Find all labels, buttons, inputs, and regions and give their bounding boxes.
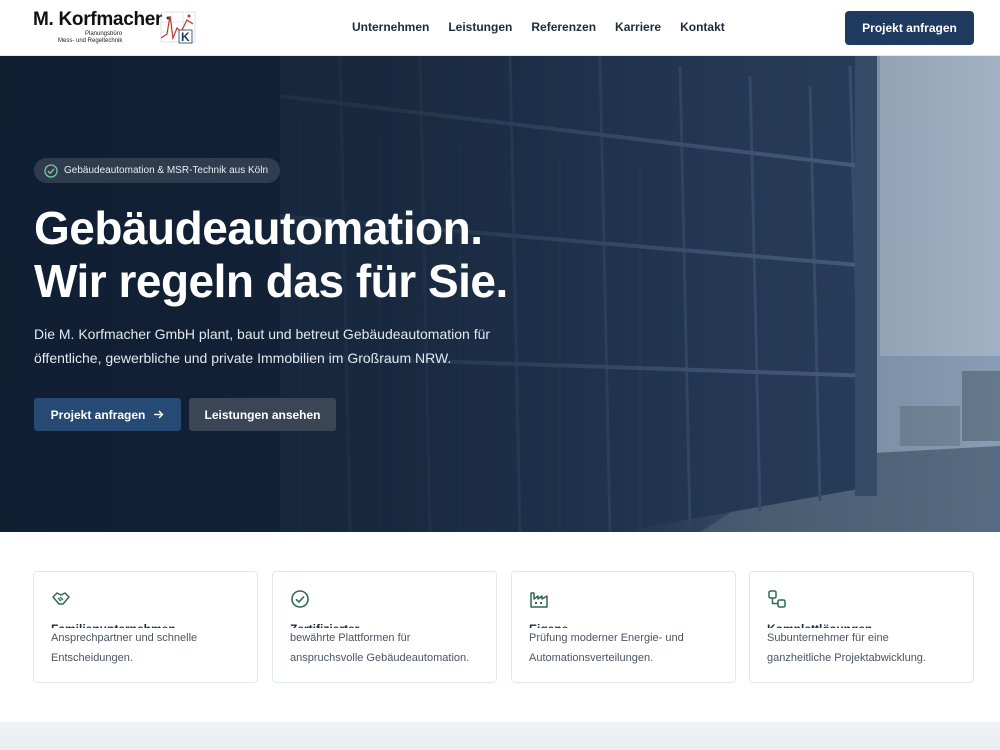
feature-card: Eigene Prüfung moderner Energie- und Aut… xyxy=(511,571,736,683)
features-section: Familienunternehmen Ansprechpartner und … xyxy=(0,532,1000,722)
workflow-icon xyxy=(768,590,786,608)
hero-description-line-1: Die M. Korfmacher GmbH plant, baut und b… xyxy=(34,326,491,342)
handshake-icon xyxy=(52,592,70,605)
hero-title-line-2: Wir regeln das für Sie. xyxy=(34,255,508,307)
feature-card-text-line: Automationsverteilungen. xyxy=(529,652,654,664)
feature-card: Familienunternehmen Ansprechpartner und … xyxy=(33,571,258,683)
feature-card-text-line: Entscheidungen. xyxy=(51,652,133,664)
header-project-request-button[interactable]: Projekt anfragen xyxy=(845,11,974,45)
factory-icon xyxy=(530,592,548,608)
feature-card-text-line: Ansprechpartner und schnelle xyxy=(51,632,198,644)
feature-card-text-line: anspruchsvolle Gebäudeautomation. xyxy=(290,652,470,664)
logo-name: M. Korfmacher xyxy=(33,9,163,30)
nav-link-unternehmen[interactable]: Unternehmen xyxy=(352,20,429,34)
feature-card-text: bewährte Plattformen für anspruchsvolle … xyxy=(290,628,490,668)
hero-project-request-button[interactable]: Projekt anfragen xyxy=(34,398,181,431)
hero-title-line-1: Gebäudeautomation. xyxy=(34,202,483,254)
nav-link-leistungen[interactable]: Leistungen xyxy=(448,20,512,34)
hero-description: Die M. Korfmacher GmbH plant, baut und b… xyxy=(34,322,554,370)
site-header: M. Korfmacher Planungsbüro Mess- und Reg… xyxy=(0,0,1000,56)
nav-link-referenzen[interactable]: Referenzen xyxy=(531,20,596,34)
hero-section: Gebäudeautomation & MSR-Technik aus Köln… xyxy=(0,56,1000,532)
logo-tagline: Mess- und Regeltechnik xyxy=(58,38,123,44)
hero-services-button[interactable]: Leistungen ansehen xyxy=(189,398,336,431)
arrow-right-icon xyxy=(154,410,164,419)
logo-mark-icon: K xyxy=(160,11,196,44)
feature-card-text: Prüfung moderner Energie- und Automation… xyxy=(529,628,729,668)
feature-card: Komplettlösungen Subunternehmer für eine… xyxy=(749,571,974,683)
nav-link-kontakt[interactable]: Kontakt xyxy=(680,20,725,34)
feature-card: Zertifizierter bewährte Plattformen für … xyxy=(272,571,497,683)
next-section-band xyxy=(0,722,1000,750)
hero-title: Gebäudeautomation. Wir regeln das für Si… xyxy=(34,202,508,308)
nav-link-karriere[interactable]: Karriere xyxy=(615,20,661,34)
hero-project-request-label: Projekt anfragen xyxy=(50,407,146,422)
feature-card-text-line: Subunternehmer für eine xyxy=(767,632,889,644)
main-nav: Unternehmen Leistungen Referenzen Karrie… xyxy=(352,20,725,34)
logo-subtitle: Planungsbüro xyxy=(85,31,123,37)
hero-badge: Gebäudeautomation & MSR-Technik aus Köln xyxy=(34,158,281,183)
feature-card-text-line: ganzheitliche Projektabwicklung. xyxy=(767,652,926,664)
hero-badge-text: Gebäudeautomation & MSR-Technik aus Köln xyxy=(64,165,269,176)
check-badge-icon xyxy=(291,590,309,608)
logo-mark-letter: K xyxy=(181,30,190,44)
check-circle-icon xyxy=(44,163,58,178)
hero-description-line-2: öffentliche, gewerbliche und private Imm… xyxy=(34,350,452,366)
feature-card-text: Ansprechpartner und schnelle Entscheidun… xyxy=(51,628,251,668)
feature-card-text-line: bewährte Plattformen für xyxy=(290,632,411,644)
feature-card-text-line: Prüfung moderner Energie- und xyxy=(529,632,684,644)
company-logo[interactable]: M. Korfmacher Planungsbüro Mess- und Reg… xyxy=(33,8,203,48)
feature-card-text: Subunternehmer für eine ganzheitliche Pr… xyxy=(767,628,967,668)
